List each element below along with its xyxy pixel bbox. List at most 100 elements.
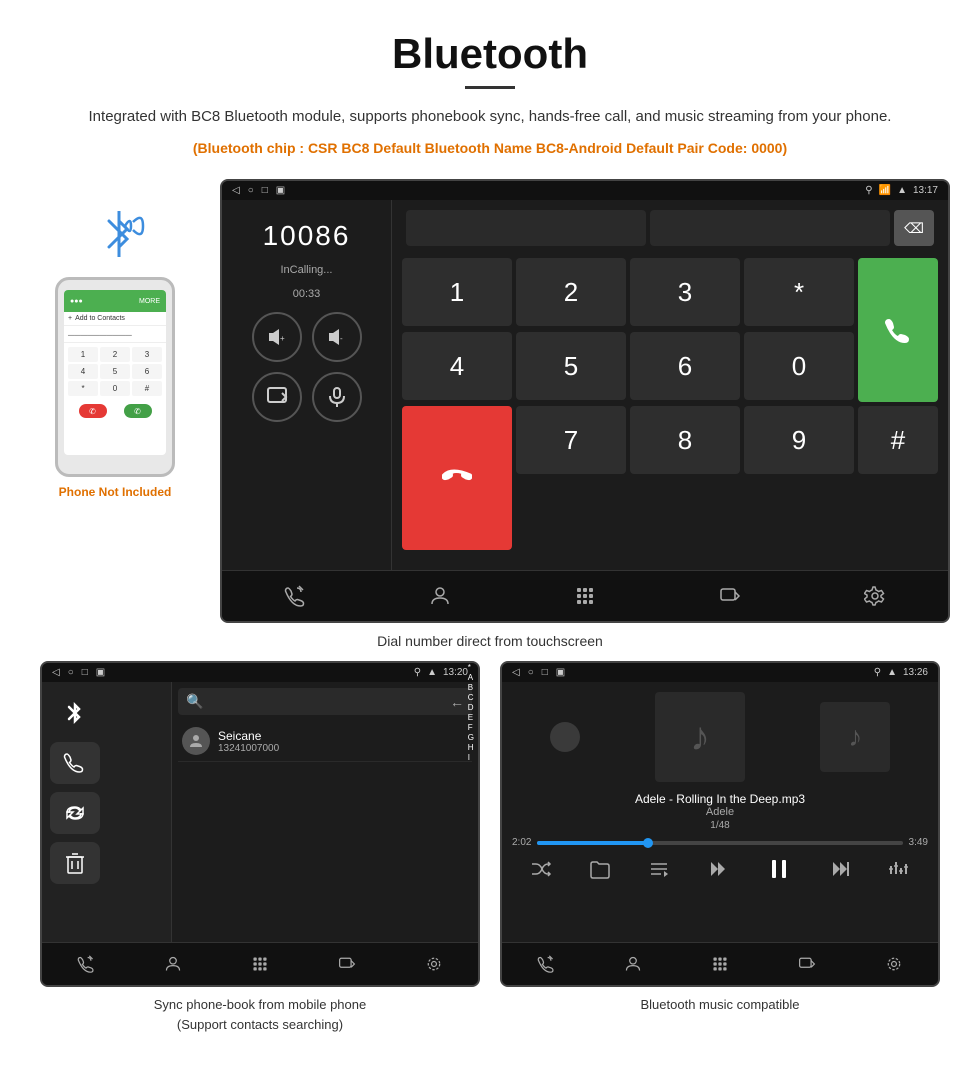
nav-back-icon[interactable]: ◁ xyxy=(232,185,240,196)
music-album-area: ♪ ♪ xyxy=(512,692,928,782)
pb-search-bar[interactable]: 🔍 ← xyxy=(178,688,472,715)
phone-key-0[interactable]: 0 xyxy=(100,381,130,396)
music-dot-left xyxy=(550,722,580,752)
navbar-dialpad-icon[interactable] xyxy=(565,581,605,611)
pb-navbar-settings[interactable] xyxy=(416,951,452,977)
alpha-star: * xyxy=(468,663,474,672)
navbar-settings-icon[interactable] xyxy=(855,581,895,611)
pb-navbar-phone-icon xyxy=(77,955,95,973)
navbar-transfer-icon[interactable] xyxy=(710,581,750,611)
mic-icon xyxy=(325,385,349,409)
numpad-key-7[interactable]: 7 xyxy=(516,406,626,474)
volume-up-btn[interactable]: + xyxy=(252,312,302,362)
music-nav-back[interactable]: ◁ xyxy=(512,667,520,678)
numpad-key-star[interactable]: * xyxy=(744,258,854,326)
music-note-icon: ♪ xyxy=(690,715,710,760)
pb-navbar-dialpad[interactable] xyxy=(242,951,278,977)
play-pause-btn[interactable] xyxy=(766,856,792,882)
playlist-btn[interactable] xyxy=(648,858,670,880)
phone-key-5[interactable]: 5 xyxy=(100,364,130,379)
svg-text:-: - xyxy=(340,334,343,343)
pb-navbar-contacts[interactable] xyxy=(155,951,191,977)
phone-key-3[interactable]: 3 xyxy=(132,347,162,362)
phone-call-btn[interactable]: ✆ xyxy=(124,404,152,418)
title-divider xyxy=(465,86,515,89)
pb-sidebar-delete[interactable] xyxy=(50,842,100,884)
music-album-art: ♪ xyxy=(655,692,745,782)
music-navbar-contacts[interactable] xyxy=(615,951,651,977)
header-specs: (Bluetooth chip : CSR BC8 Default Blueto… xyxy=(60,137,920,159)
numpad-key-0[interactable]: 0 xyxy=(744,332,854,400)
navbar-phone-transfer-icon xyxy=(719,585,741,607)
dial-body: 10086 InCalling... 00:33 + xyxy=(222,200,948,570)
call-btn[interactable] xyxy=(858,258,938,402)
shuffle-btn[interactable] xyxy=(530,858,552,880)
navbar-call-icon[interactable] xyxy=(275,581,315,611)
progress-bar-track[interactable] xyxy=(537,841,902,845)
pb-sidebar-bluetooth[interactable] xyxy=(50,692,100,734)
numpad-key-4[interactable]: 4 xyxy=(402,332,512,400)
phone-key-1[interactable]: 1 xyxy=(68,347,98,362)
numpad-key-2[interactable]: 2 xyxy=(516,258,626,326)
music-navbar-transfer[interactable] xyxy=(789,951,825,977)
dial-input-field-2[interactable] xyxy=(650,210,890,246)
phone-illustration: ●●● MORE + Add to Contacts ────────── 1 … xyxy=(30,179,200,499)
music-navbar-dialpad[interactable] xyxy=(702,951,738,977)
pb-sidebar-call[interactable] xyxy=(50,742,100,784)
numpad-key-1[interactable]: 1 xyxy=(402,258,512,326)
numpad-key-9[interactable]: 9 xyxy=(744,406,854,474)
alpha-g: G xyxy=(468,733,474,742)
alpha-f: F xyxy=(468,723,474,732)
pb-navbar-call[interactable] xyxy=(68,951,104,977)
music-navbar-grid-icon xyxy=(711,955,729,973)
backspace-btn[interactable]: ⌫ xyxy=(894,210,934,246)
nav-recents-icon[interactable]: □ xyxy=(262,185,268,196)
pb-nav-home[interactable]: ○ xyxy=(68,667,74,678)
music-nav-home[interactable]: ○ xyxy=(528,667,534,678)
end-call-btn[interactable] xyxy=(402,406,512,550)
pb-navbar-transfer[interactable] xyxy=(329,951,365,977)
volume-down-icon: - xyxy=(325,325,349,349)
numpad-key-3[interactable]: 3 xyxy=(630,258,740,326)
pb-nav-recents[interactable]: □ xyxy=(82,667,88,678)
phone-end-btn[interactable]: ✆ xyxy=(79,404,107,418)
progress-dot[interactable] xyxy=(643,838,653,848)
pb-contact-info: Seicane 13241007000 xyxy=(218,729,468,754)
pb-back-arrow[interactable]: ← xyxy=(450,694,464,710)
numpad-key-8[interactable]: 8 xyxy=(630,406,740,474)
phone-key-hash[interactable]: # xyxy=(132,381,162,396)
numpad-key-6[interactable]: 6 xyxy=(630,332,740,400)
phone-key-9[interactable]: * xyxy=(68,381,98,396)
phone-key-4[interactable]: 4 xyxy=(68,364,98,379)
pb-contact-row[interactable]: Seicane 13241007000 * A B C D E F G xyxy=(178,721,472,762)
folder-btn[interactable] xyxy=(589,858,611,880)
music-navbar-phone-icon xyxy=(537,955,555,973)
prev-btn[interactable] xyxy=(707,858,729,880)
phone-key-6[interactable]: 6 xyxy=(132,364,162,379)
music-info: Adele - Rolling In the Deep.mp3 Adele 1/… xyxy=(512,792,928,831)
dial-input-field[interactable] xyxy=(406,210,646,246)
pb-sidebar-sync[interactable] xyxy=(50,792,100,834)
phone-bar-label: ●●● xyxy=(70,298,83,305)
time-display: 13:17 xyxy=(913,185,938,196)
pb-nav-back[interactable]: ◁ xyxy=(52,667,60,678)
bluetooth-icon-container xyxy=(75,199,155,269)
navbar-contacts-icon[interactable] xyxy=(420,581,460,611)
music-navbar-person-icon xyxy=(624,955,642,973)
phone-not-included-label: Phone Not Included xyxy=(59,485,172,499)
mic-btn[interactable] xyxy=(312,372,362,422)
numpad-key-5[interactable]: 5 xyxy=(516,332,626,400)
dial-btn-row-1: + - xyxy=(252,312,362,362)
phone-key-2[interactable]: 2 xyxy=(100,347,130,362)
bluetooth-signal-icon xyxy=(121,204,151,249)
nav-home-icon[interactable]: ○ xyxy=(248,185,254,196)
next-btn[interactable] xyxy=(829,858,851,880)
transfer-btn[interactable] xyxy=(252,372,302,422)
equalizer-btn[interactable] xyxy=(887,858,909,880)
numpad-key-hash[interactable]: # xyxy=(858,406,938,474)
music-nav-recents[interactable]: □ xyxy=(542,667,548,678)
music-navbar-call[interactable] xyxy=(528,951,564,977)
pb-statusbar: ◁ ○ □ ▣ ⚲ ▲ 13:20 xyxy=(42,663,478,682)
music-navbar-settings[interactable] xyxy=(876,951,912,977)
volume-down-btn[interactable]: - xyxy=(312,312,362,362)
